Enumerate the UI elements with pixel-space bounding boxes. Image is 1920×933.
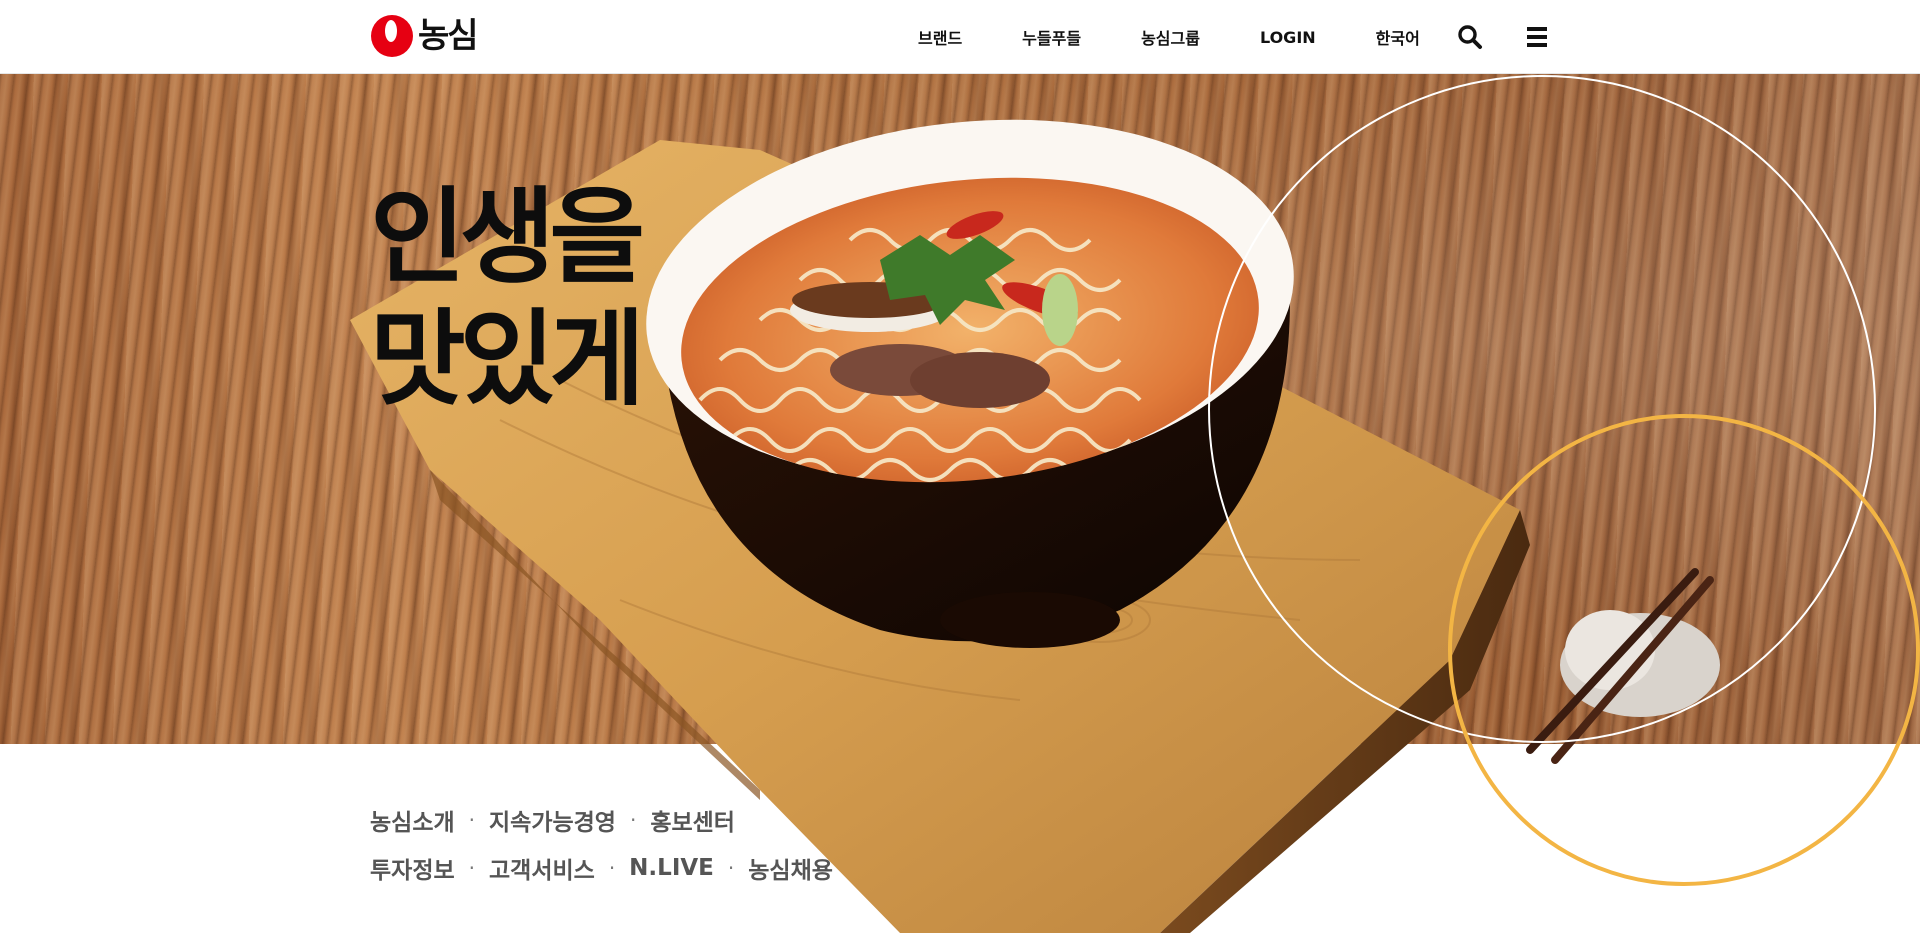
link-investor[interactable]: 투자정보	[370, 851, 455, 885]
site-header: 농심 브랜드 누들푸들 농심그룹 LOGIN 한국어	[0, 0, 1920, 74]
nav-nongshim-group[interactable]: 농심그룹	[1141, 25, 1200, 49]
separator: ·	[727, 856, 735, 880]
nav-language[interactable]: 한국어	[1376, 25, 1420, 49]
separator: ·	[608, 856, 616, 880]
nongshim-logo[interactable]: 농심	[370, 14, 479, 58]
link-pr-center[interactable]: 홍보센터	[650, 803, 735, 837]
quick-links: 농심소개 · 지속가능경영 · 홍보센터 투자정보 · 고객서비스 · N.LI…	[370, 796, 833, 892]
link-careers[interactable]: 농심채용	[748, 851, 833, 885]
main-nav: 브랜드 누들푸들 농심그룹 LOGIN 한국어	[918, 0, 1420, 74]
separator: ·	[468, 808, 475, 832]
page: 인생을 맛있게 농심 브랜드 누들푸들 농심그룹 LOGIN 한국어 농심소개 …	[0, 0, 1920, 933]
nav-login[interactable]: LOGIN	[1260, 28, 1316, 47]
separator: ·	[468, 856, 475, 880]
hero-headline: 인생을 맛있게	[370, 176, 645, 420]
hamburger-menu-icon[interactable]	[1524, 24, 1550, 50]
link-sustainability[interactable]: 지속가능경영	[489, 803, 616, 837]
quick-links-row-1: 농심소개 · 지속가능경영 · 홍보센터	[370, 796, 833, 844]
quick-links-row-2: 투자정보 · 고객서비스 · N.LIVE · 농심채용	[370, 844, 833, 892]
link-customer-service[interactable]: 고객서비스	[489, 851, 595, 885]
separator: ·	[629, 808, 637, 832]
hero-headline-line1: 인생을	[370, 176, 645, 298]
link-nlive[interactable]: N.LIVE	[629, 855, 714, 881]
logo-text: 농심	[418, 16, 479, 56]
hero-headline-line2: 맛있게	[370, 298, 645, 420]
nav-noodle-foodle[interactable]: 누들푸들	[1022, 25, 1081, 49]
nongshim-logo-icon	[371, 15, 413, 57]
nav-brand[interactable]: 브랜드	[918, 25, 962, 49]
decorative-yellow-circle	[1448, 414, 1920, 886]
link-about[interactable]: 농심소개	[370, 803, 455, 837]
search-icon[interactable]	[1457, 24, 1483, 50]
